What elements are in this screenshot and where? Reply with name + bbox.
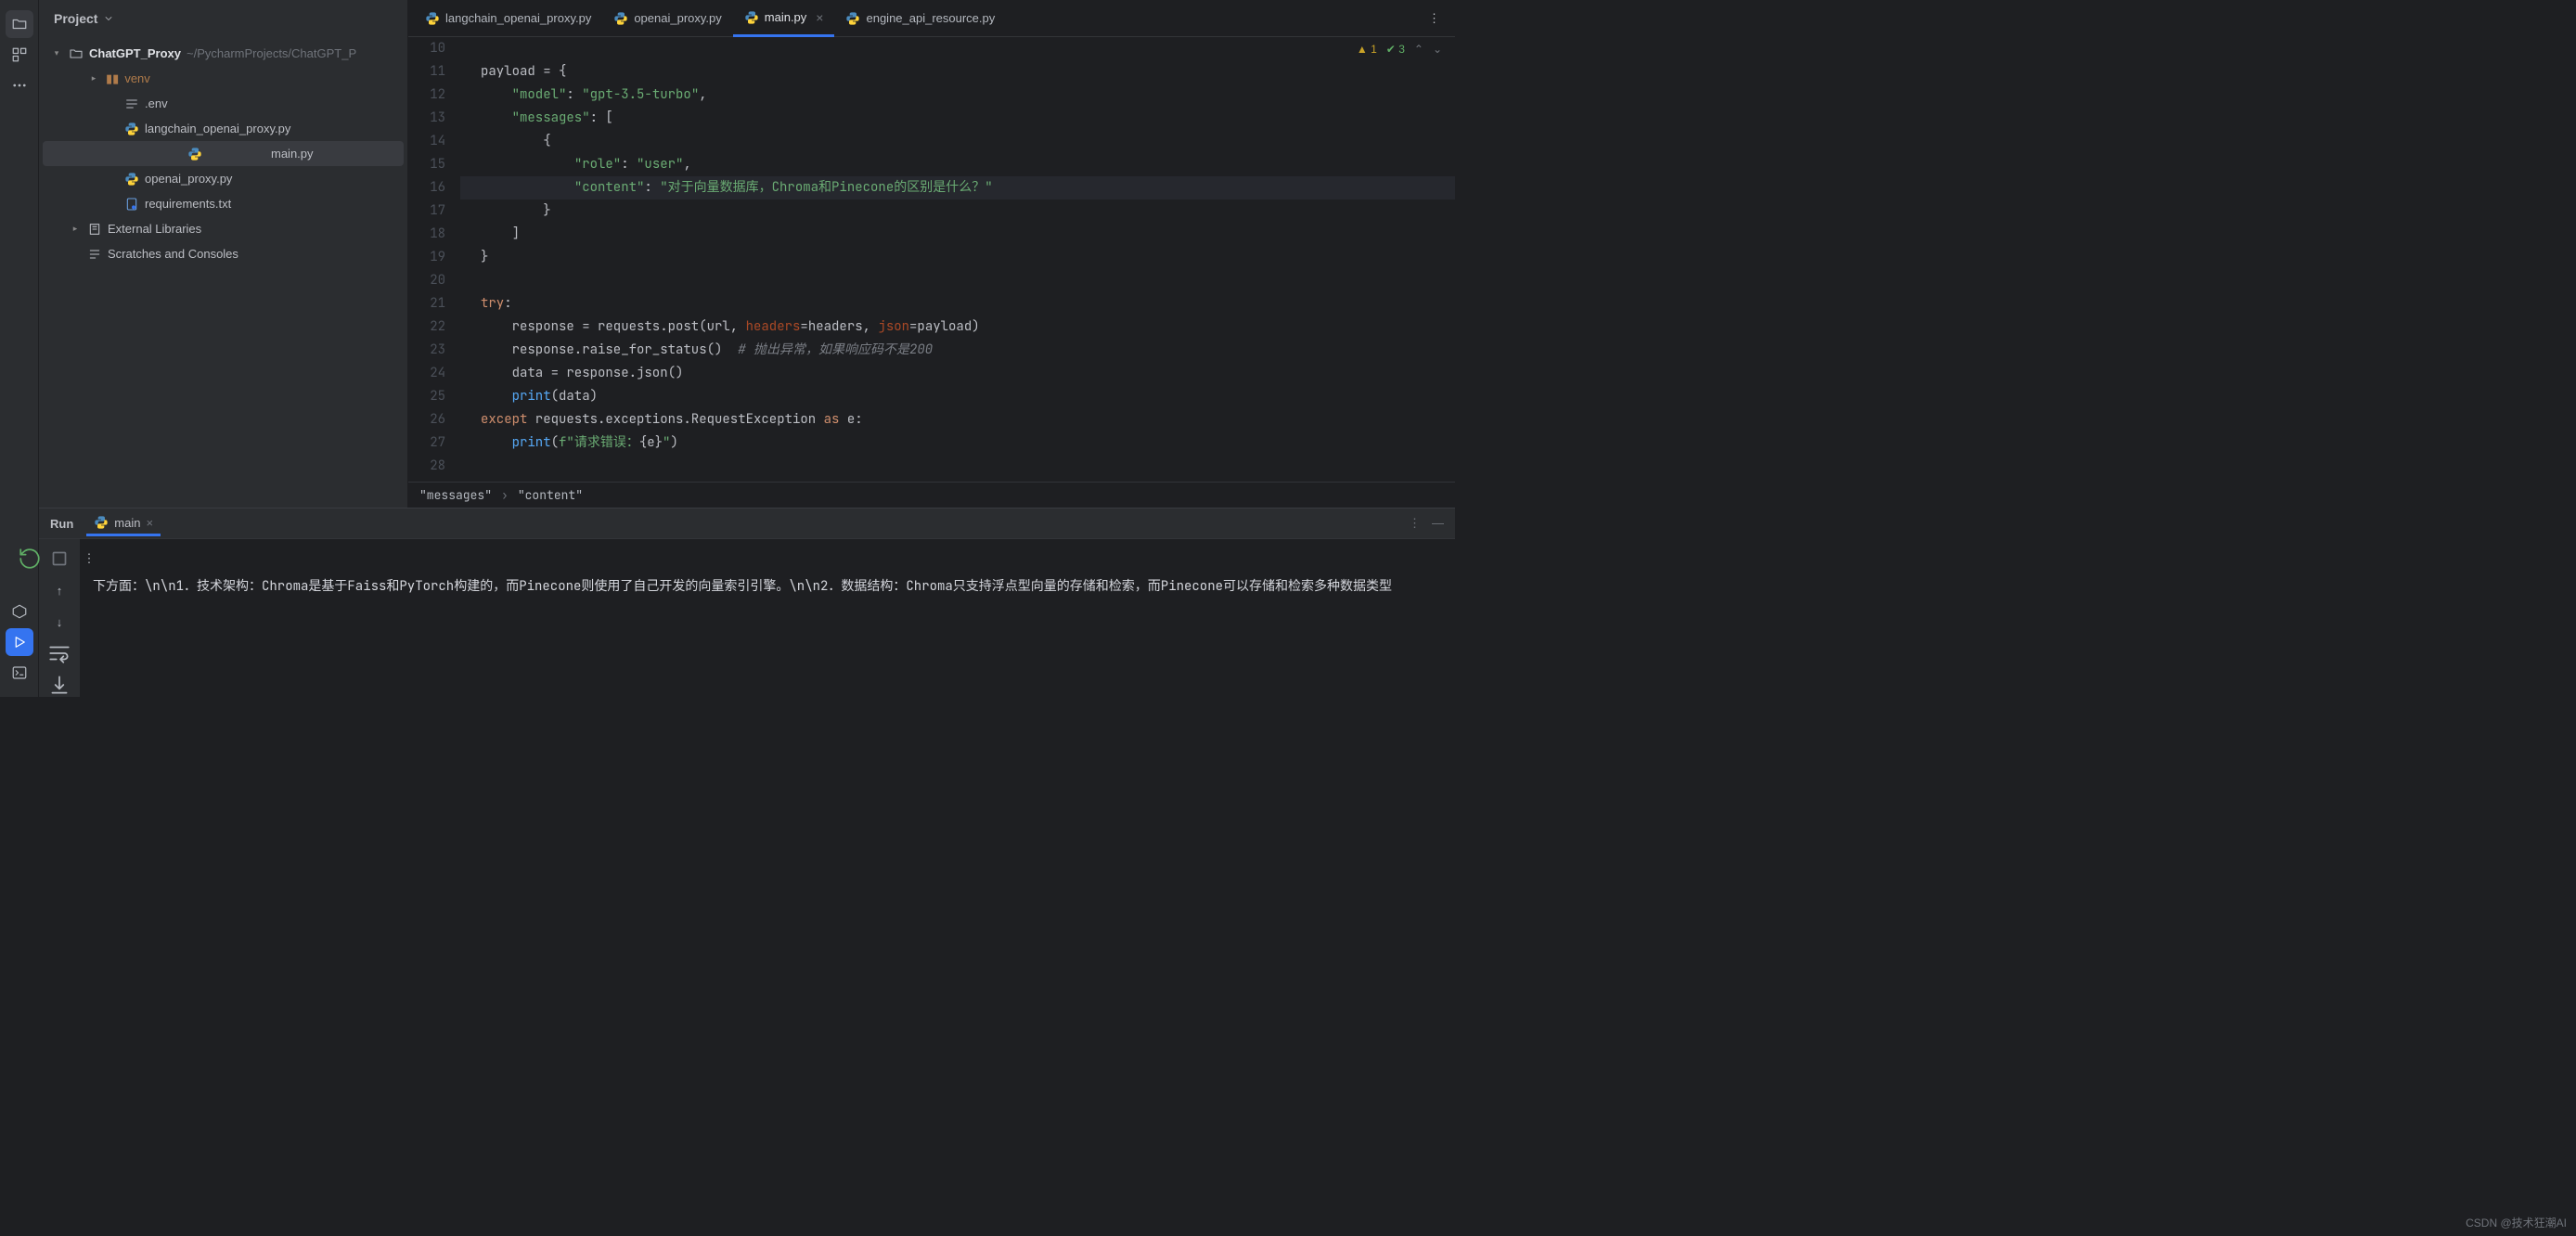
tree-item[interactable]: langchain_openai_proxy.py <box>39 116 407 141</box>
project-title: Project <box>54 11 97 26</box>
python-icon <box>94 515 109 530</box>
python-icon <box>124 172 139 187</box>
run-title: Run <box>50 517 73 531</box>
run-tool-button[interactable] <box>6 628 33 656</box>
project-tree[interactable]: ▾ ChatGPT_Proxy ~/PycharmProjects/ChatGP… <box>39 37 407 508</box>
tabs-more-icon[interactable]: ⋮ <box>1419 11 1449 26</box>
stop-button[interactable] <box>47 547 71 571</box>
python-icon <box>613 11 628 26</box>
project-tool-button[interactable] <box>6 10 33 38</box>
terminal-tool-button[interactable] <box>6 659 33 687</box>
close-icon[interactable]: × <box>146 516 153 530</box>
scroll-to-end-icon[interactable] <box>47 673 71 697</box>
python-icon <box>744 10 759 25</box>
editor-tab[interactable]: langchain_openai_proxy.py <box>414 0 602 37</box>
services-button[interactable] <box>6 598 33 625</box>
tree-item[interactable]: openai_proxy.py <box>39 166 407 191</box>
left-toolbar <box>0 0 39 697</box>
project-header[interactable]: Project <box>39 0 407 37</box>
python-icon <box>187 147 202 161</box>
editor-tab[interactable]: openai_proxy.py <box>602 0 732 37</box>
tree-root[interactable]: ▾ ChatGPT_Proxy ~/PycharmProjects/ChatGP… <box>39 41 407 66</box>
close-icon[interactable]: × <box>816 10 823 25</box>
tree-item[interactable]: ▸External Libraries <box>39 216 407 241</box>
tree-item[interactable]: .env <box>39 91 407 116</box>
folder-icon <box>69 46 84 61</box>
tree-item[interactable]: main.py <box>43 141 404 166</box>
run-output[interactable]: 下方面：\n\n1．技术架构：Chroma是基于Faiss和PyTorch构建的… <box>80 539 1455 697</box>
run-toolbar: ⋮ ↑ ↓ <box>39 539 80 697</box>
watermark: CSDN @技术狂潮AI <box>2466 1215 2567 1230</box>
project-sidebar: Project ▾ ChatGPT_Proxy ~/PycharmProject… <box>39 0 408 508</box>
up-stack-icon[interactable]: ↑ <box>47 578 71 602</box>
python-icon <box>124 122 139 136</box>
editor-tab[interactable]: main.py× <box>733 0 835 37</box>
tree-item[interactable]: Scratches and Consoles <box>39 241 407 266</box>
rerun-button[interactable] <box>18 547 42 571</box>
run-more-icon[interactable]: ⋮ <box>1409 516 1421 531</box>
run-minimize-icon[interactable]: — <box>1432 516 1444 531</box>
code-area[interactable]: payload = { "model": "gpt-3.5-turbo", "m… <box>460 37 1455 478</box>
tree-item[interactable]: requirements.txt <box>39 191 407 216</box>
next-highlight-icon[interactable]: ⌄ <box>1433 43 1442 56</box>
python-icon <box>845 11 860 26</box>
prev-highlight-icon[interactable]: ⌃ <box>1414 43 1423 56</box>
soft-wrap-icon[interactable] <box>47 641 71 665</box>
run-panel: Run main × ⋮ — ⋮ ↑ ↓ <box>39 508 1455 697</box>
editor: langchain_openai_proxy.py openai_proxy.p… <box>408 0 1455 508</box>
chevron-down-icon <box>103 13 114 24</box>
more-tool-button[interactable] <box>6 71 33 99</box>
inspection-widget[interactable]: ▲ 1 ✔ 3 ⌃ ⌄ <box>1357 43 1442 56</box>
tree-item[interactable]: ▸▮▮venv <box>39 66 407 91</box>
gutter[interactable]: 10111213141516171819202122232425262728 <box>408 37 460 478</box>
run-config-tab[interactable]: main × <box>86 511 161 536</box>
down-stack-icon[interactable]: ↓ <box>47 610 71 634</box>
structure-tool-button[interactable] <box>6 41 33 69</box>
editor-tab[interactable]: engine_api_resource.py <box>834 0 1006 37</box>
editor-tabs: langchain_openai_proxy.py openai_proxy.p… <box>408 0 1455 37</box>
breadcrumbs[interactable]: "messages" › "content" <box>408 482 1455 508</box>
python-icon <box>94 515 109 530</box>
python-icon <box>425 11 440 26</box>
